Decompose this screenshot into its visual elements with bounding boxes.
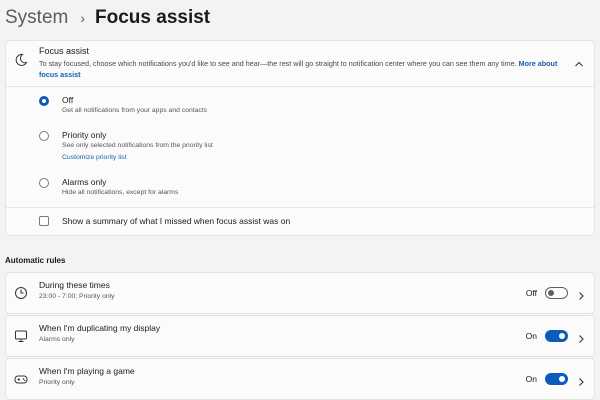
rule-subtitle: Alarms only: [39, 336, 75, 343]
focus-assist-header[interactable]: Focus assist To stay focused, choose whi…: [6, 41, 594, 87]
radio-off[interactable]: [39, 96, 49, 106]
breadcrumb-chevron-icon: ›: [80, 10, 86, 26]
option-priority-only-desc: See only selected notifications from the…: [62, 142, 213, 149]
focus-assist-title: Focus assist: [39, 46, 90, 56]
clock-icon: [14, 286, 28, 305]
chevron-up-icon[interactable]: [574, 55, 584, 73]
radio-alarms-only[interactable]: [39, 178, 49, 188]
breadcrumb-parent[interactable]: System: [5, 7, 68, 29]
focus-assist-card: Focus assist To stay focused, choose whi…: [5, 40, 595, 236]
option-off-label: Off: [62, 95, 74, 105]
page-title: Focus assist: [95, 7, 211, 28]
radio-priority-only[interactable]: [39, 131, 49, 141]
chevron-right-icon[interactable]: [577, 288, 585, 306]
rule-subtitle: 23:00 - 7:00; Priority only: [39, 293, 115, 300]
rule-during-these-times[interactable]: During these times 23:00 - 7:00; Priorit…: [5, 272, 595, 314]
rule-playing-game[interactable]: When I'm playing a game Priority only On: [5, 358, 595, 400]
option-priority-only-label: Priority only: [62, 130, 107, 140]
focus-assist-description-text: To stay focused, choose which notificati…: [39, 59, 517, 68]
option-off-desc: Get all notifications from your apps and…: [62, 107, 208, 114]
toggle-switch[interactable]: [545, 373, 568, 385]
chevron-right-icon[interactable]: [577, 331, 585, 349]
toggle-switch[interactable]: [545, 330, 568, 342]
focus-assist-description: To stay focused, choose which notificati…: [39, 58, 569, 80]
toggle-state-label: On: [525, 331, 537, 341]
gamepad-icon: [14, 372, 28, 391]
toggle-state-label: On: [525, 374, 537, 384]
rule-title: When I'm duplicating my display: [39, 323, 161, 333]
customize-priority-list-link[interactable]: Customize priority list: [62, 154, 127, 161]
rule-title: When I'm playing a game: [39, 366, 135, 376]
summary-checkbox[interactable]: [39, 216, 49, 226]
summary-checkbox-row[interactable]: Show a summary of what I missed when foc…: [6, 207, 594, 235]
breadcrumb: System › Focus assist: [5, 4, 210, 32]
option-alarms-only-desc: Hide all notifications, except for alarm…: [62, 189, 179, 196]
toggle-state-label: Off: [525, 288, 537, 298]
rule-duplicating-display[interactable]: When I'm duplicating my display Alarms o…: [5, 315, 595, 357]
monitor-icon: [14, 329, 28, 348]
automatic-rules-heading: Automatic rules: [5, 256, 66, 265]
summary-checkbox-label: Show a summary of what I missed when foc…: [62, 216, 291, 226]
chevron-right-icon[interactable]: [577, 374, 585, 392]
moon-icon: [14, 53, 28, 72]
rule-title: During these times: [39, 280, 110, 290]
toggle-switch[interactable]: [545, 287, 568, 299]
option-alarms-only-label: Alarms only: [62, 177, 107, 187]
rule-subtitle: Priority only: [39, 379, 75, 386]
